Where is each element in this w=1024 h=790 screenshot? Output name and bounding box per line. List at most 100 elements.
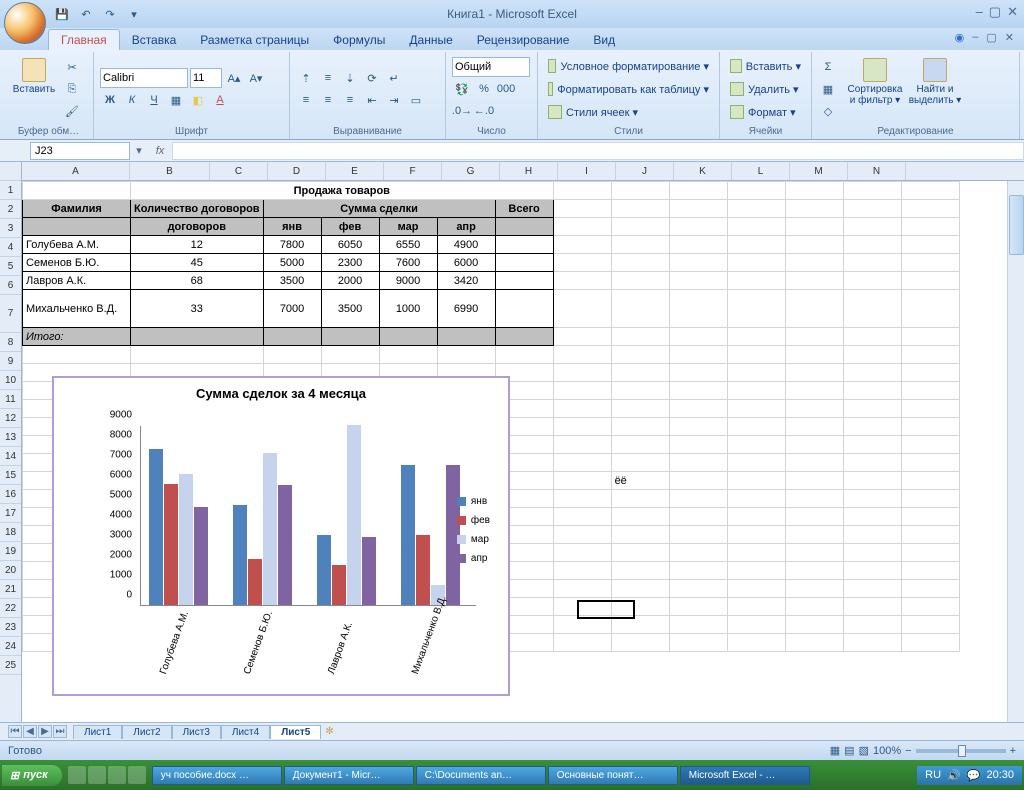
sheet-tab[interactable]: Лист4	[221, 725, 270, 739]
percent-icon[interactable]: %	[474, 79, 494, 99]
sort-filter-button[interactable]: Сортировка и фильтр ▾	[844, 54, 906, 124]
border-icon[interactable]: ▦	[166, 90, 186, 110]
taskbar-task[interactable]: Основные понят…	[548, 766, 678, 785]
new-sheet-icon[interactable]: ✻	[325, 726, 333, 737]
format-painter-icon[interactable]: 🖌	[62, 101, 82, 121]
autosum-icon[interactable]: Σ	[818, 57, 838, 77]
tray-lang-label[interactable]: RU	[925, 769, 941, 781]
office-button[interactable]	[4, 2, 46, 44]
italic-icon[interactable]: К	[122, 90, 142, 110]
doc-minimize-icon[interactable]: –	[972, 31, 978, 44]
tab-view[interactable]: Вид	[581, 30, 627, 50]
sheet-tab[interactable]: Лист1	[73, 725, 122, 739]
copy-icon[interactable]: ⎘	[62, 79, 82, 99]
qat-dropdown-icon[interactable]: ▾	[124, 4, 144, 24]
taskbar-task[interactable]: уч пособие.docx …	[152, 766, 282, 785]
view-break-icon[interactable]: ▧	[859, 744, 869, 757]
doc-close-icon[interactable]: ✕	[1005, 31, 1014, 44]
tab-home[interactable]: Главная	[48, 29, 120, 50]
wrap-text-icon[interactable]: ↵	[384, 68, 404, 88]
tab-page-layout[interactable]: Разметка страницы	[188, 30, 321, 50]
align-right-icon[interactable]: ≡	[340, 90, 360, 110]
save-icon[interactable]: 💾	[52, 4, 72, 24]
tab-insert[interactable]: Вставка	[120, 30, 189, 50]
increase-font-icon[interactable]: A▴	[224, 68, 244, 88]
quicklaunch-icon[interactable]	[108, 766, 126, 784]
tray-icon[interactable]: 🔊	[947, 769, 961, 782]
font-size-select[interactable]	[190, 68, 222, 88]
clear-icon[interactable]: ◇	[818, 101, 838, 121]
tab-review[interactable]: Рецензирование	[465, 30, 582, 50]
formula-input[interactable]	[172, 142, 1024, 160]
align-middle-icon[interactable]: ≡	[318, 68, 338, 88]
sheet-tab[interactable]: Лист2	[122, 725, 171, 739]
align-bottom-icon[interactable]: ⇣	[340, 68, 360, 88]
sheet-tab[interactable]: Лист3	[172, 725, 221, 739]
font-name-select[interactable]	[100, 68, 188, 88]
cut-icon[interactable]: ✂	[62, 57, 82, 77]
zoom-out-icon[interactable]: −	[905, 745, 911, 757]
taskbar-task[interactable]: Microsoft Excel - …	[680, 766, 810, 785]
system-tray[interactable]: RU 🔊 💬 20:30	[917, 766, 1022, 785]
redo-icon[interactable]: ↷	[100, 4, 120, 24]
sheet-nav-prev-icon[interactable]: ◀	[23, 725, 37, 738]
bold-icon[interactable]: Ж	[100, 90, 120, 110]
quicklaunch-icon[interactable]	[128, 766, 146, 784]
format-cells-button[interactable]: Формат ▾	[726, 102, 805, 122]
find-select-button[interactable]: Найти и выделить ▾	[906, 54, 964, 124]
taskbar-task[interactable]: Документ1 - Micr…	[284, 766, 414, 785]
grid[interactable]: Продажа товаровФамилияКоличество договор…	[22, 181, 1024, 652]
tab-formulas[interactable]: Формулы	[321, 30, 397, 50]
vertical-scrollbar[interactable]	[1007, 181, 1024, 722]
column-headers[interactable]: ABCDEFGHIJKLMN	[22, 162, 1024, 181]
zoom-slider[interactable]	[916, 749, 1006, 753]
delete-cells-button[interactable]: Удалить ▾	[726, 79, 805, 99]
align-top-icon[interactable]: ⇡	[296, 68, 316, 88]
sheet-nav-next-icon[interactable]: ▶	[38, 725, 52, 738]
zoom-in-icon[interactable]: +	[1010, 745, 1016, 757]
chart-object[interactable]: Сумма сделок за 4 месяца 010002000300040…	[52, 376, 510, 696]
fill-icon[interactable]: ▦	[818, 79, 838, 99]
close-icon[interactable]: ✕	[1007, 4, 1018, 20]
merge-icon[interactable]: ▭	[406, 90, 426, 110]
insert-cells-button[interactable]: Вставить ▾	[726, 56, 805, 76]
minimize-icon[interactable]: –	[976, 4, 983, 20]
underline-icon[interactable]: Ч	[144, 90, 164, 110]
orientation-icon[interactable]: ⟳	[362, 68, 382, 88]
currency-icon[interactable]: 💱	[452, 79, 472, 99]
restore-icon[interactable]: ▢	[989, 4, 1001, 20]
align-center-icon[interactable]: ≡	[318, 90, 338, 110]
quicklaunch-icon[interactable]	[68, 766, 86, 784]
tray-icon[interactable]: 💬	[967, 769, 981, 782]
name-box-dropdown-icon[interactable]: ▾	[130, 144, 148, 157]
conditional-formatting-button[interactable]: Условное форматирование ▾	[544, 56, 713, 76]
decrease-decimal-icon[interactable]: ←.0	[474, 101, 494, 121]
increase-decimal-icon[interactable]: .0→	[452, 101, 472, 121]
quicklaunch-icon[interactable]	[88, 766, 106, 784]
help-icon[interactable]: ◉	[955, 31, 965, 44]
tab-data[interactable]: Данные	[397, 30, 464, 50]
doc-restore-icon[interactable]: ▢	[986, 31, 996, 44]
format-as-table-button[interactable]: Форматировать как таблицу ▾	[544, 79, 713, 99]
increase-indent-icon[interactable]: ⇥	[384, 90, 404, 110]
decrease-indent-icon[interactable]: ⇤	[362, 90, 382, 110]
decrease-font-icon[interactable]: A▾	[246, 68, 266, 88]
tray-time-label: 20:30	[986, 769, 1014, 781]
view-normal-icon[interactable]: ▦	[830, 744, 840, 757]
view-layout-icon[interactable]: ▤	[844, 744, 854, 757]
sheet-nav-last-icon[interactable]: ⏭	[53, 725, 67, 738]
number-format-select[interactable]	[452, 57, 530, 77]
comma-icon[interactable]: 000	[496, 79, 516, 99]
undo-icon[interactable]: ↶	[76, 4, 96, 24]
cell-styles-button[interactable]: Стили ячеек ▾	[544, 102, 713, 122]
sheet-nav-first-icon[interactable]: ⏮	[8, 725, 22, 738]
fx-icon[interactable]: fx	[148, 145, 172, 157]
paste-button[interactable]: Вставить	[10, 54, 58, 124]
row-headers[interactable]: 123456 7 8910111213141516171819202122232…	[0, 162, 22, 722]
font-color-icon[interactable]: A	[210, 90, 230, 110]
sheet-tab[interactable]: Лист5	[270, 725, 321, 739]
align-left-icon[interactable]: ≡	[296, 90, 316, 110]
taskbar-task[interactable]: C:\Documents an…	[416, 766, 546, 785]
name-box[interactable]: J23	[30, 142, 130, 160]
fill-color-icon[interactable]: ◧	[188, 90, 208, 110]
